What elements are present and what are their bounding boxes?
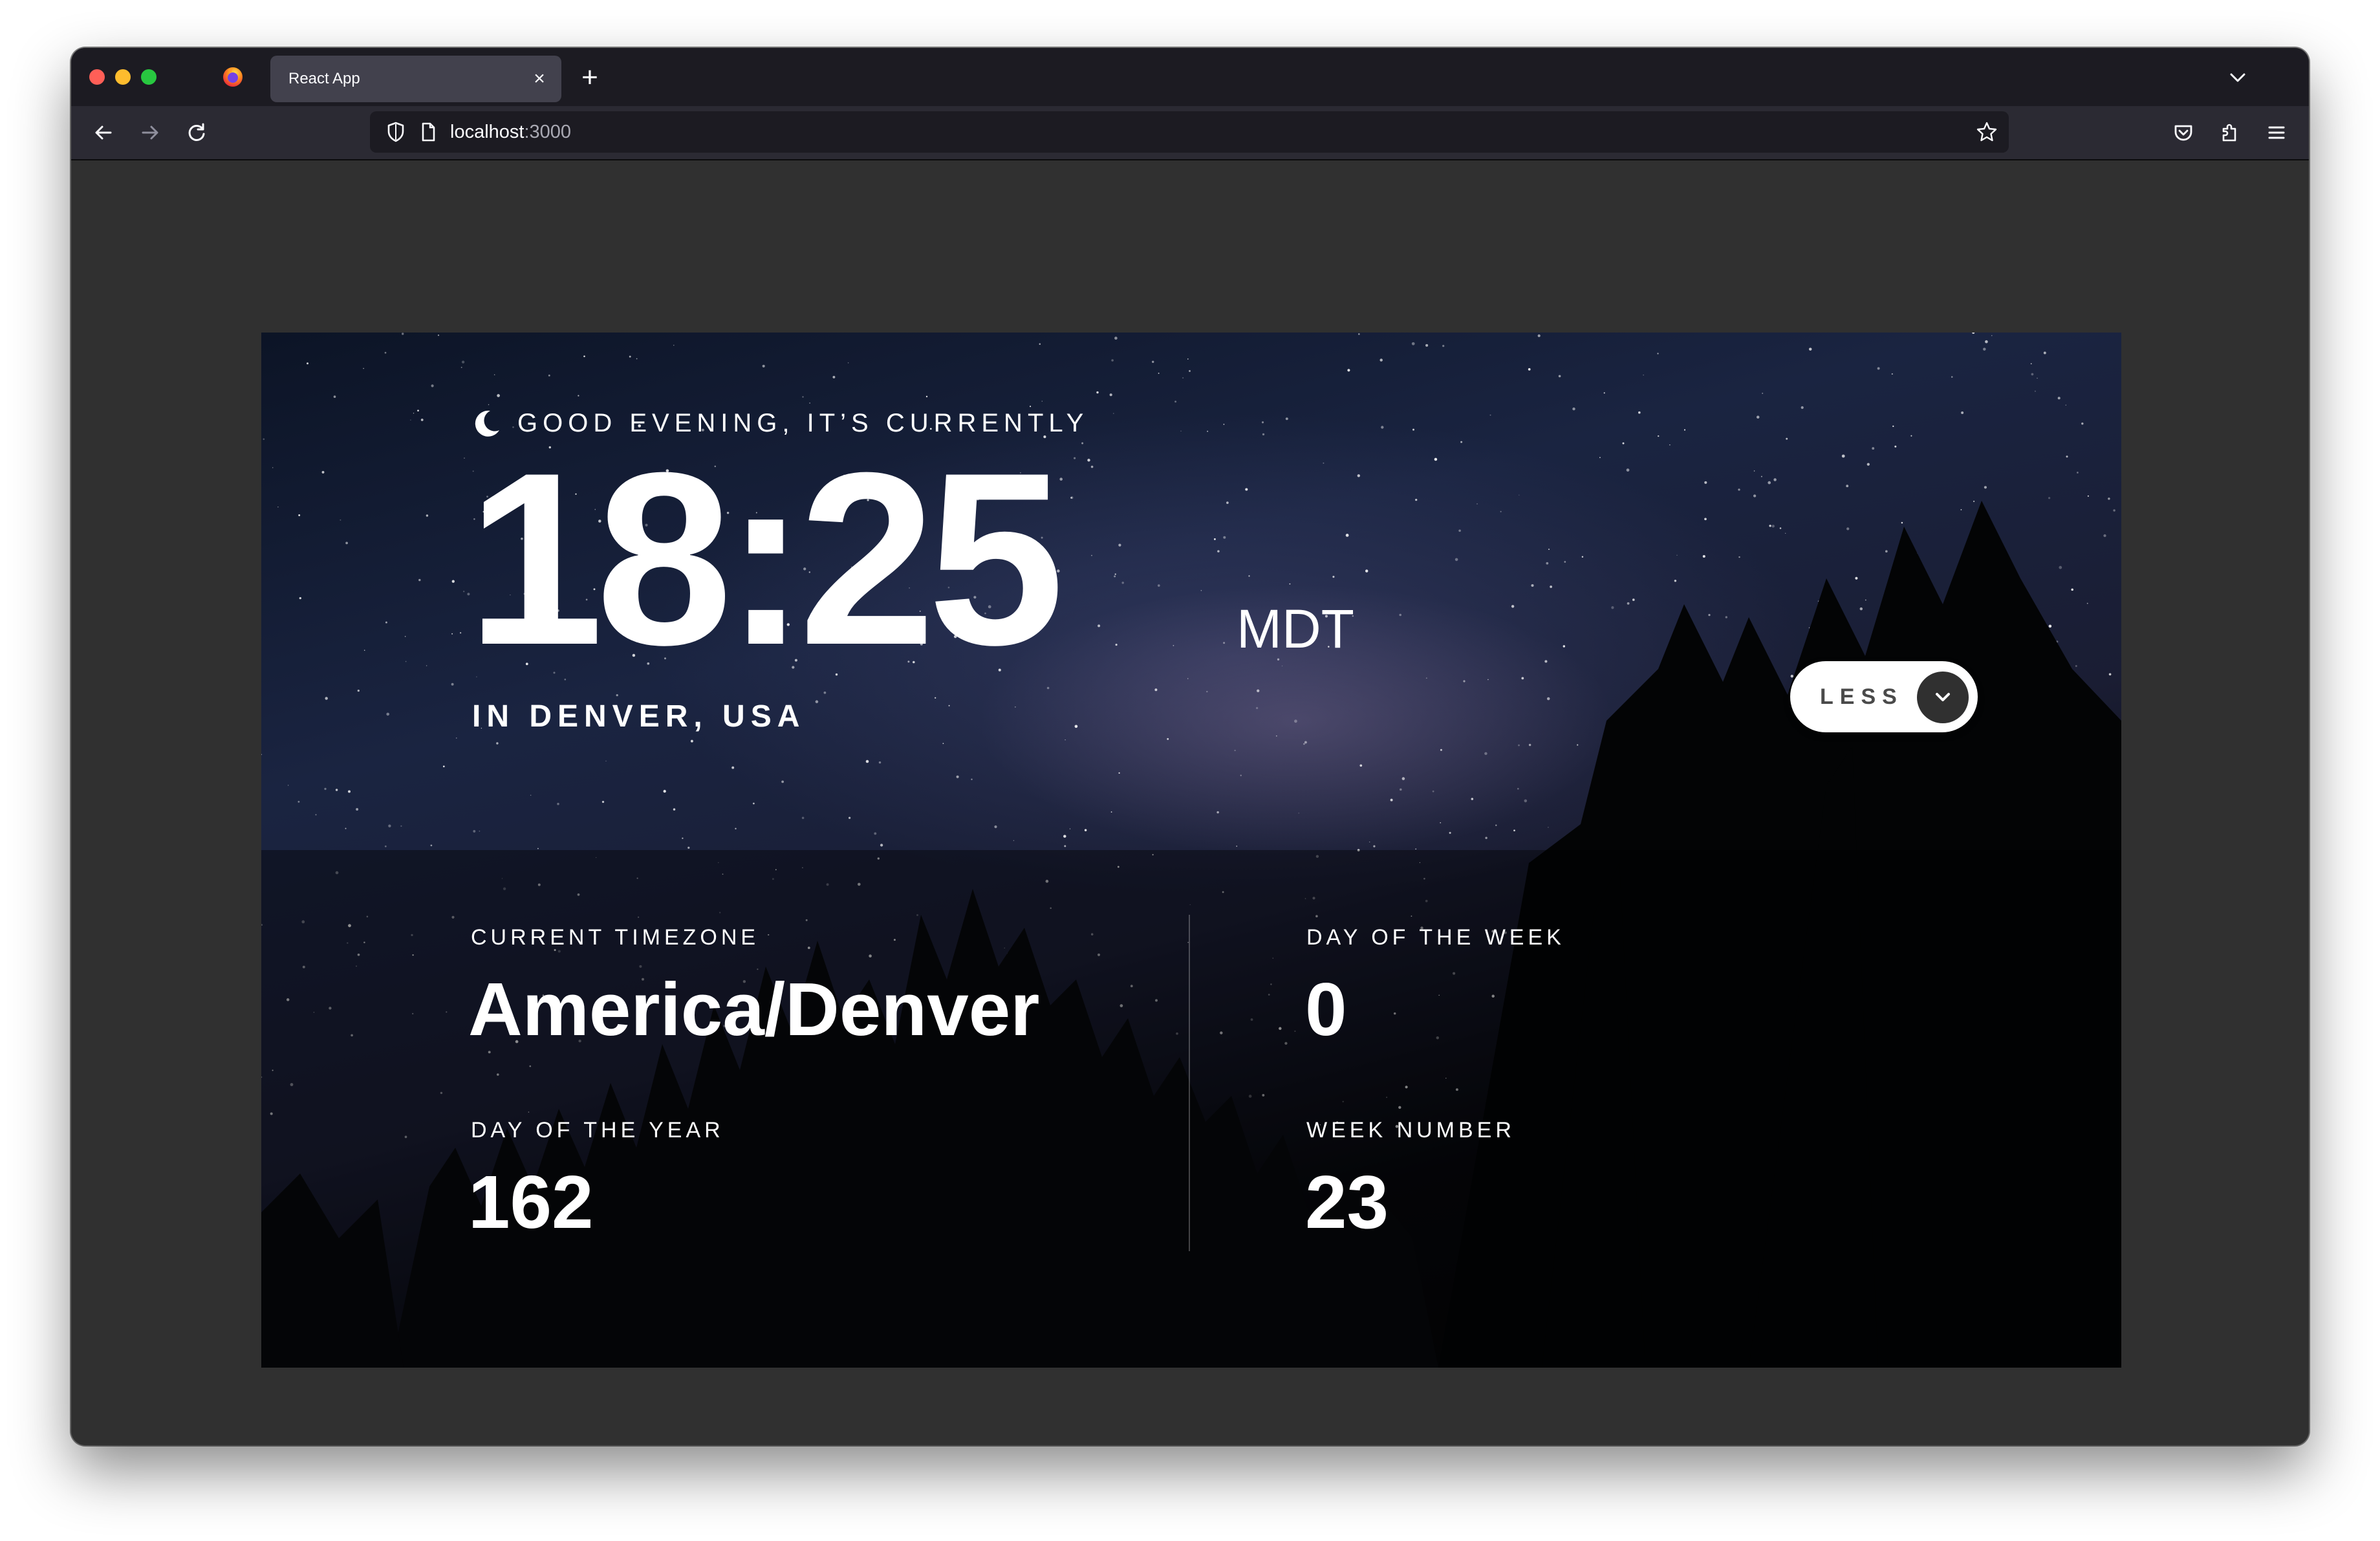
tab-close-icon[interactable]: × <box>528 67 551 91</box>
timezone-abbreviation: MDT <box>1237 598 1354 659</box>
browser-window: React App × + localhost:3000 GOOD EVENIN… <box>71 48 2309 1445</box>
current-timezone-value: America/Denver <box>468 967 1040 1051</box>
firefox-icon <box>223 67 243 87</box>
less-toggle-label: LESS <box>1820 684 1903 709</box>
navigation-toolbar: localhost:3000 <box>71 106 2309 160</box>
tab-react-app[interactable]: React App × <box>270 56 561 102</box>
new-tab-button[interactable]: + <box>573 61 607 94</box>
current-timezone-label: CURRENT TIMEZONE <box>471 925 760 950</box>
day-of-week-label: DAY OF THE WEEK <box>1306 925 1565 950</box>
extensions-icon[interactable] <box>2216 118 2244 147</box>
day-of-year-value: 162 <box>468 1160 594 1244</box>
shield-icon[interactable] <box>383 119 409 145</box>
list-all-tabs-icon[interactable] <box>2223 63 2252 92</box>
maximize-window-button[interactable] <box>141 69 157 85</box>
chevron-down-icon <box>1936 693 1950 701</box>
week-number-value: 23 <box>1305 1160 1389 1244</box>
week-number-label: WEEK NUMBER <box>1306 1118 1515 1142</box>
clock-app: GOOD EVENING, IT’S CURRENTLY 18:25 MDT I… <box>261 333 2121 1368</box>
close-window-button[interactable] <box>89 69 105 85</box>
details-panel: CURRENT TIMEZONE America/Denver DAY OF T… <box>261 850 2121 1368</box>
page-viewport: GOOD EVENING, IT’S CURRENTLY 18:25 MDT I… <box>71 160 2309 1445</box>
toggle-circle <box>1917 672 1969 723</box>
current-time: 18:25 <box>467 421 1065 696</box>
location: IN DENVER, USA <box>472 699 806 734</box>
bookmark-star-icon[interactable] <box>1974 119 2000 145</box>
back-arrow-icon[interactable] <box>89 118 118 147</box>
hamburger-menu-icon[interactable] <box>2262 118 2291 147</box>
day-of-week-value: 0 <box>1305 967 1347 1051</box>
url-text[interactable]: localhost:3000 <box>450 111 571 153</box>
url-port: :3000 <box>524 122 572 142</box>
minimize-window-button[interactable] <box>115 69 131 85</box>
page-icon[interactable] <box>415 119 441 145</box>
url-host: localhost <box>450 122 525 142</box>
address-bar[interactable]: localhost:3000 <box>370 111 2009 153</box>
reload-icon[interactable] <box>182 118 211 147</box>
pocket-icon[interactable] <box>2169 118 2198 147</box>
day-of-year-label: DAY OF THE YEAR <box>471 1118 724 1142</box>
details-divider <box>1189 915 1190 1251</box>
tab-bar: React App × + <box>71 48 2309 106</box>
tab-title: React App <box>288 70 360 87</box>
forward-arrow-icon[interactable] <box>136 118 164 147</box>
less-toggle-button[interactable]: LESS <box>1790 661 1978 732</box>
